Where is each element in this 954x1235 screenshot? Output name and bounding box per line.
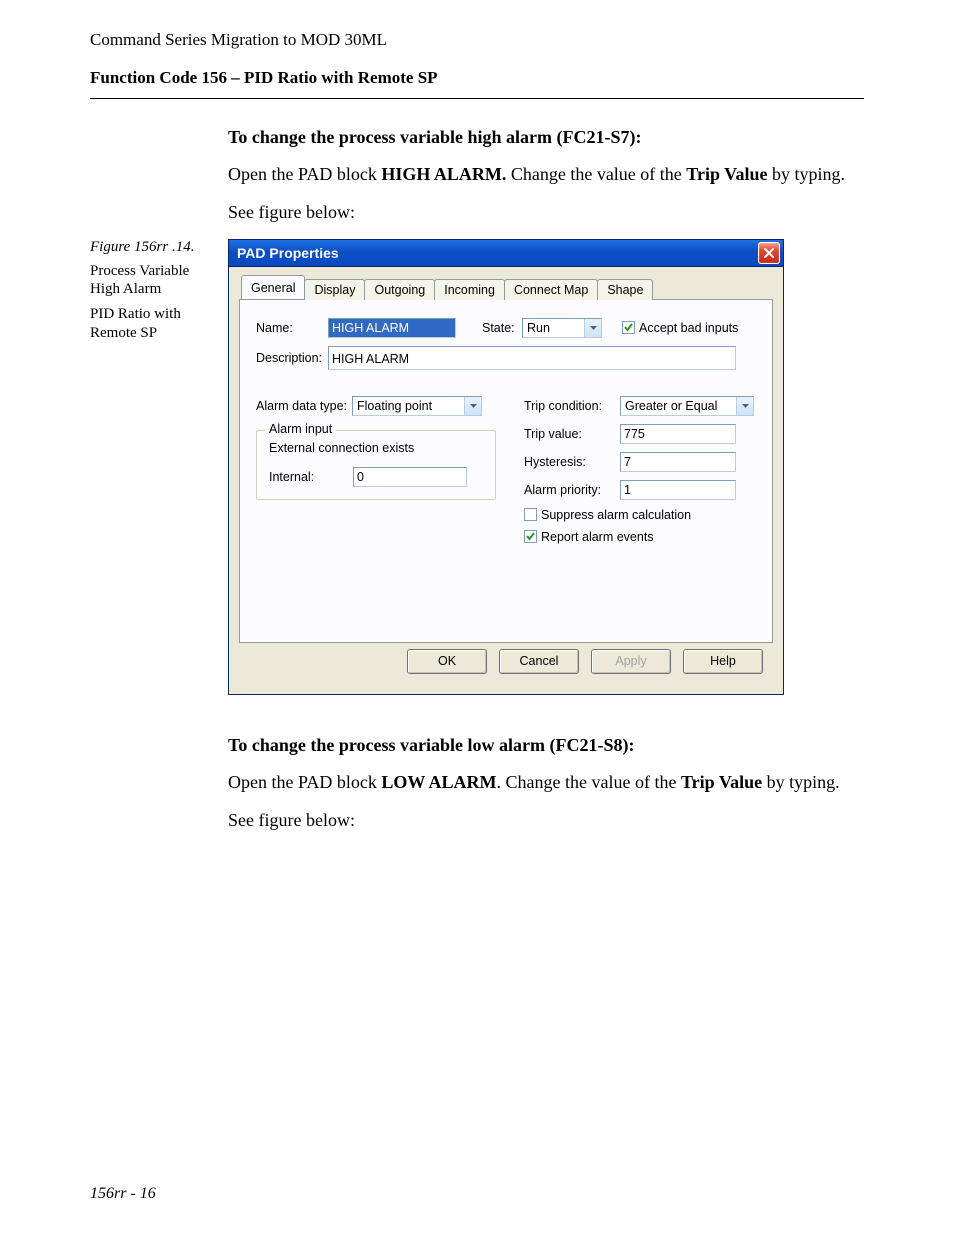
figure-number: Figure 156rr .14. bbox=[90, 239, 220, 256]
text-fragment: . Change the value of the bbox=[497, 772, 681, 792]
text-fragment: by typing. bbox=[762, 772, 840, 792]
tab-display[interactable]: Display bbox=[304, 279, 365, 300]
tab-strip: General Display Outgoing Incoming Connec… bbox=[239, 275, 773, 299]
text-fragment: Change the value of the bbox=[506, 164, 686, 184]
trip-value-label: Trip value: bbox=[524, 427, 620, 441]
text-bold: LOW ALARM bbox=[381, 772, 496, 792]
alarm-priority-label: Alarm priority: bbox=[524, 483, 620, 497]
dialog-titlebar[interactable]: PAD Properties bbox=[229, 240, 783, 267]
close-button[interactable] bbox=[758, 242, 780, 264]
doc-header: Command Series Migration to MOD 30ML bbox=[90, 30, 864, 50]
trip-condition-select[interactable]: Greater or Equal bbox=[620, 396, 754, 416]
name-label: Name: bbox=[256, 321, 328, 335]
low-alarm-heading: To change the process variable low alarm… bbox=[228, 735, 864, 756]
tab-panel-general: Name: State: Run bbox=[239, 299, 773, 643]
report-alarm-checkbox[interactable]: Report alarm events bbox=[524, 530, 654, 544]
tab-general[interactable]: General bbox=[241, 275, 305, 299]
dialog-title: PAD Properties bbox=[237, 245, 339, 261]
see-figure-text: See figure below: bbox=[228, 200, 864, 224]
state-select[interactable]: Run bbox=[522, 318, 602, 338]
suppress-alarm-label: Suppress alarm calculation bbox=[541, 508, 691, 522]
description-label: Description: bbox=[256, 351, 328, 365]
high-alarm-instruction: Open the PAD block HIGH ALARM. Change th… bbox=[228, 162, 864, 186]
chevron-down-icon bbox=[464, 397, 481, 415]
chevron-down-icon bbox=[584, 319, 601, 337]
state-label: State: bbox=[482, 321, 522, 335]
page-footer: 156rr - 16 bbox=[90, 1185, 156, 1203]
apply-button[interactable]: Apply bbox=[591, 649, 671, 674]
internal-field[interactable] bbox=[353, 467, 467, 487]
accept-bad-inputs-checkbox[interactable]: Accept bad inputs bbox=[622, 321, 738, 335]
text-fragment: Open the PAD block bbox=[228, 772, 381, 792]
trip-value-field[interactable] bbox=[620, 424, 736, 444]
name-field[interactable] bbox=[328, 318, 456, 338]
text-fragment: Open the PAD block bbox=[228, 164, 381, 184]
tab-outgoing[interactable]: Outgoing bbox=[364, 279, 435, 300]
alarm-data-type-select[interactable]: Floating point bbox=[352, 396, 482, 416]
description-field[interactable] bbox=[328, 346, 736, 370]
text-bold: HIGH ALARM. bbox=[381, 164, 506, 184]
hysteresis-field[interactable] bbox=[620, 452, 736, 472]
alarm-priority-field[interactable] bbox=[620, 480, 736, 500]
low-alarm-instruction: Open the PAD block LOW ALARM. Change the… bbox=[228, 770, 864, 794]
figure-caption-1: Process Variable High Alarm bbox=[90, 262, 220, 300]
checkbox-icon bbox=[622, 321, 635, 334]
trip-condition-label: Trip condition: bbox=[524, 399, 620, 413]
figure-caption-2: PID Ratio with Remote SP bbox=[90, 305, 220, 343]
ok-button[interactable]: OK bbox=[407, 649, 487, 674]
section-divider bbox=[90, 98, 864, 99]
pad-properties-dialog: PAD Properties General Display Outgoing … bbox=[228, 239, 784, 695]
text-bold: Trip Value bbox=[681, 772, 762, 792]
external-conn-text: External connection exists bbox=[269, 441, 483, 455]
help-button[interactable]: Help bbox=[683, 649, 763, 674]
alarm-input-fieldset: Alarm input External connection exists I… bbox=[256, 430, 496, 500]
hysteresis-label: Hysteresis: bbox=[524, 455, 620, 469]
high-alarm-heading: To change the process variable high alar… bbox=[228, 127, 864, 148]
report-alarm-label: Report alarm events bbox=[541, 530, 654, 544]
checkbox-icon bbox=[524, 508, 537, 521]
trip-condition-value: Greater or Equal bbox=[621, 397, 736, 415]
internal-label: Internal: bbox=[269, 470, 353, 484]
text-bold: Trip Value bbox=[686, 164, 767, 184]
tab-shape[interactable]: Shape bbox=[597, 279, 653, 300]
alarm-data-type-label: Alarm data type: bbox=[256, 399, 352, 413]
checkbox-icon bbox=[524, 530, 537, 543]
chevron-down-icon bbox=[736, 397, 753, 415]
close-icon bbox=[764, 248, 774, 258]
cancel-button[interactable]: Cancel bbox=[499, 649, 579, 674]
suppress-alarm-checkbox[interactable]: Suppress alarm calculation bbox=[524, 508, 691, 522]
alarm-data-type-value: Floating point bbox=[353, 397, 464, 415]
alarm-input-legend: Alarm input bbox=[265, 422, 336, 436]
tab-incoming[interactable]: Incoming bbox=[434, 279, 505, 300]
text-fragment: by typing. bbox=[768, 164, 846, 184]
see-figure-text-2: See figure below: bbox=[228, 808, 864, 832]
accept-bad-inputs-label: Accept bad inputs bbox=[639, 321, 738, 335]
tab-connect-map[interactable]: Connect Map bbox=[504, 279, 598, 300]
section-title: Function Code 156 – PID Ratio with Remot… bbox=[90, 68, 864, 88]
state-value: Run bbox=[523, 319, 584, 337]
